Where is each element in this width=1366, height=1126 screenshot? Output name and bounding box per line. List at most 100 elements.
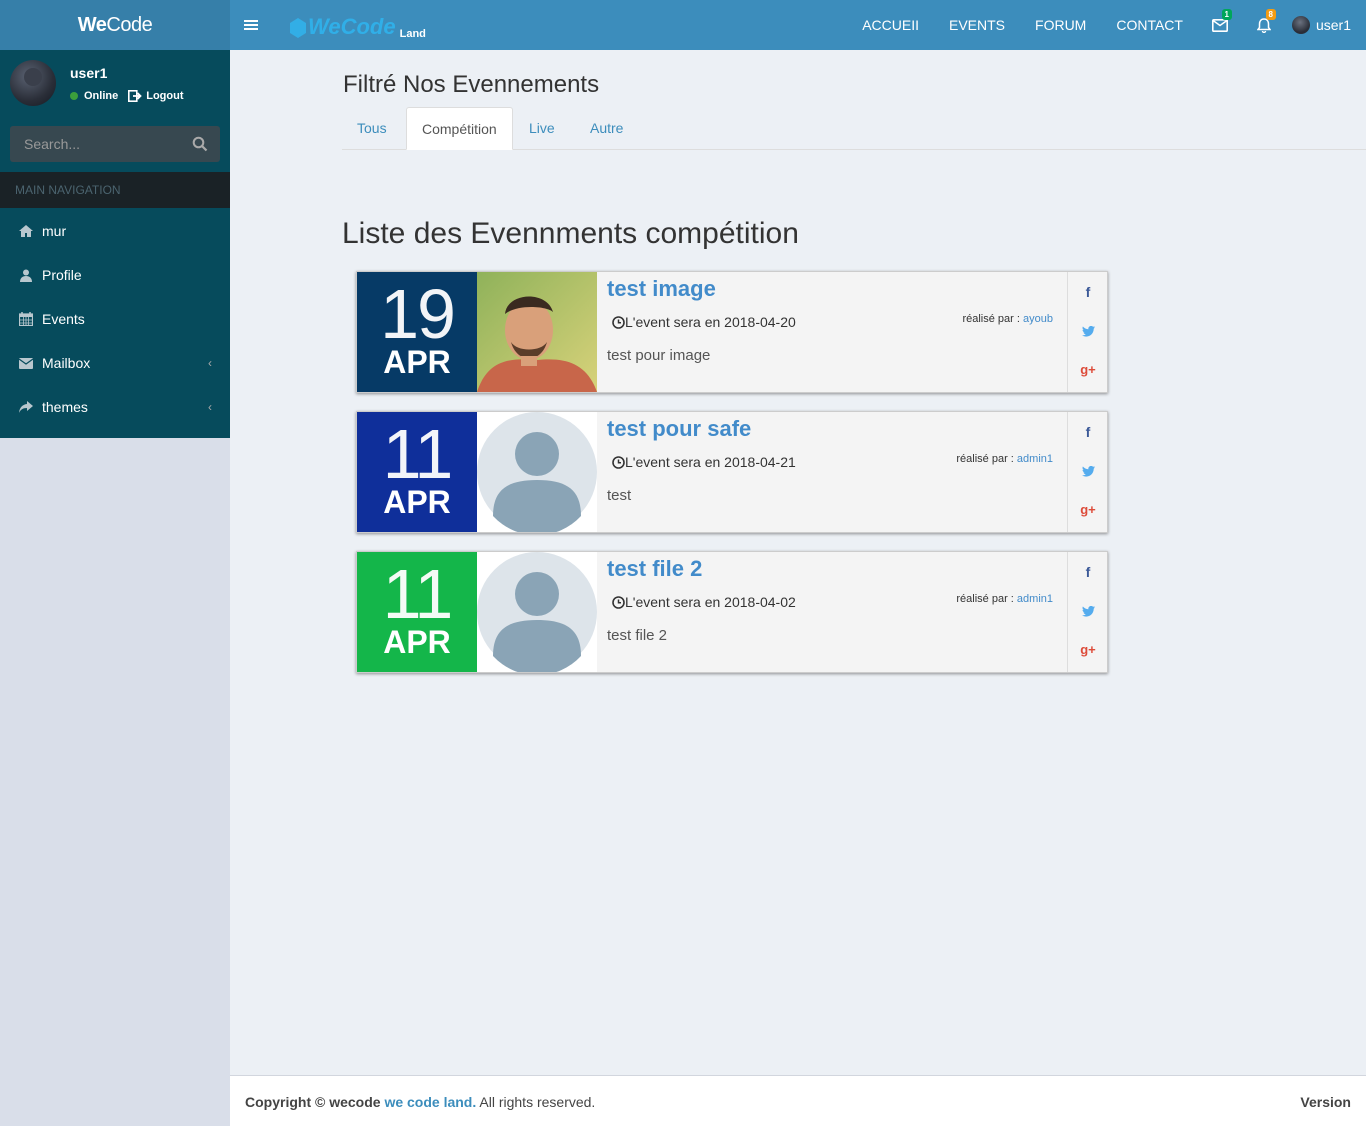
tab-competition[interactable]: Compétition (406, 107, 513, 150)
event-description: test (607, 487, 632, 504)
google-plus-icon[interactable]: g+ (1068, 359, 1108, 379)
messages-button[interactable]: 1 (1198, 0, 1242, 50)
twitter-icon[interactable] (1068, 321, 1108, 341)
brand-logo[interactable]: WeCode Land (290, 12, 426, 40)
event-date-label: L'event sera en 2018-04-21 (625, 454, 796, 470)
default-avatar-icon (477, 412, 597, 532)
nav-header: MAIN NAVIGATION (0, 172, 230, 208)
event-description: test file 2 (607, 627, 668, 644)
author-label: réalisé par : (956, 453, 1014, 465)
sidebar-item-label: themes (42, 399, 88, 415)
author-link[interactable]: ayoub (1023, 313, 1053, 325)
google-plus-icon[interactable]: g+ (1068, 499, 1108, 519)
event-date-text: L'event sera en 2018-04-21 (612, 454, 796, 470)
portrait-photo-icon (477, 272, 597, 392)
event-card[interactable]: 11 APR test pour safe L'event sera en 20… (356, 411, 1108, 533)
chevron-left-icon: ‹ (208, 400, 212, 414)
user-name: user1 (70, 65, 108, 81)
event-author: réalisé par : admin1 (956, 453, 1053, 465)
list-title: Liste des Evennments compétition (342, 217, 799, 250)
logout-link[interactable]: Logout (146, 90, 183, 102)
nav-link-forum[interactable]: FORUM (1020, 0, 1101, 50)
clock-icon (612, 595, 625, 609)
tab-autre[interactable]: Autre (575, 107, 638, 150)
clock-icon (612, 455, 625, 469)
google-plus-icon[interactable]: g+ (1068, 639, 1108, 659)
sidebar-item-label: Mailbox (42, 355, 91, 371)
event-title[interactable]: test pour safe (607, 416, 751, 442)
copyright-text: Copyright © wecode we code land. All rig… (245, 1094, 595, 1110)
search-input[interactable] (10, 126, 180, 162)
tab-live[interactable]: Live (514, 107, 570, 150)
avatar (10, 60, 56, 106)
event-title[interactable]: test image (607, 276, 716, 302)
author-link[interactable]: admin1 (1017, 453, 1053, 465)
sidebar-item-events[interactable]: Events (0, 297, 230, 341)
facebook-icon[interactable]: f (1068, 422, 1108, 442)
sidebar-item-label: mur (42, 223, 67, 239)
top-navbar: WeCode Land ACCUEII EVENTS FORUM CONTACT… (230, 0, 1366, 50)
user-panel: user1 Online Logout (10, 60, 220, 110)
event-photo (477, 412, 597, 532)
event-date-label: L'event sera en 2018-04-20 (625, 314, 796, 330)
envelope-icon (1211, 18, 1228, 32)
author-label: réalisé par : (956, 593, 1014, 605)
default-avatar-icon (477, 552, 597, 672)
twitter-icon[interactable] (1068, 601, 1108, 621)
online-dot-icon (70, 92, 78, 100)
page-title: Filtré Nos Evennements (343, 71, 600, 98)
user-menu-label: user1 (1315, 17, 1351, 33)
event-title[interactable]: test file 2 (607, 556, 702, 582)
event-date-block: 11 APR (357, 412, 477, 532)
home-icon (18, 223, 34, 239)
hamburger-menu-icon[interactable] (244, 17, 258, 33)
social-share: f g+ (1067, 272, 1107, 392)
event-date-block: 11 APR (357, 552, 477, 672)
sidebar-item-mur[interactable]: mur (0, 209, 230, 253)
top-nav-links: ACCUEII EVENTS FORUM CONTACT 1 8 user1 (847, 0, 1366, 50)
twitter-icon[interactable] (1068, 461, 1108, 481)
nav-link-accueil[interactable]: ACCUEII (847, 0, 934, 50)
sidebar-search (10, 126, 220, 162)
event-date-text: L'event sera en 2018-04-02 (612, 594, 796, 610)
filter-tabs: Tous Compétition Live Autre (342, 107, 1366, 150)
sidebar-item-mailbox[interactable]: Mailbox ‹ (0, 341, 230, 385)
social-share: f g+ (1067, 412, 1107, 532)
notifications-button[interactable]: 8 (1242, 0, 1286, 50)
brand-icon (290, 18, 306, 38)
tab-tous[interactable]: Tous (342, 107, 402, 150)
event-date-text: L'event sera en 2018-04-20 (612, 314, 796, 330)
logout-icon[interactable] (128, 90, 143, 102)
search-icon[interactable] (192, 136, 208, 152)
event-photo (477, 552, 597, 672)
event-month: APR (383, 484, 451, 520)
copyright-link[interactable]: we code land. (384, 1094, 476, 1110)
notifications-badge: 8 (1265, 9, 1276, 20)
event-card[interactable]: 19 APR test image L'event sera en 2018-0… (356, 271, 1108, 393)
nav-link-events[interactable]: EVENTS (934, 0, 1020, 50)
event-card[interactable]: 11 APR test file 2 L'event sera en 2018-… (356, 551, 1108, 673)
nav-link-contact[interactable]: CONTACT (1101, 0, 1198, 50)
sidebar-item-profile[interactable]: Profile (0, 253, 230, 297)
event-author: réalisé par : ayoub (962, 313, 1053, 325)
share-icon (18, 399, 34, 415)
facebook-icon[interactable]: f (1068, 282, 1108, 302)
sidebar-item-themes[interactable]: themes ‹ (0, 385, 230, 429)
user-menu[interactable]: user1 (1286, 16, 1366, 34)
event-description: test pour image (607, 347, 711, 364)
event-photo (477, 272, 597, 392)
event-month: APR (383, 624, 451, 660)
event-author: réalisé par : admin1 (956, 593, 1053, 605)
clock-icon (612, 315, 625, 329)
facebook-icon[interactable]: f (1068, 562, 1108, 582)
app-logo[interactable]: WeCode (0, 0, 230, 50)
author-link[interactable]: admin1 (1017, 593, 1053, 605)
version-label: Version (1300, 1094, 1351, 1110)
avatar (1291, 16, 1310, 34)
event-month: APR (383, 344, 451, 380)
copyright-suffix: All rights reserved. (479, 1094, 596, 1110)
messages-badge: 1 (1221, 9, 1232, 20)
event-date-block: 19 APR (357, 272, 477, 392)
brand-subtext: Land (399, 28, 426, 40)
user-icon (18, 267, 34, 283)
